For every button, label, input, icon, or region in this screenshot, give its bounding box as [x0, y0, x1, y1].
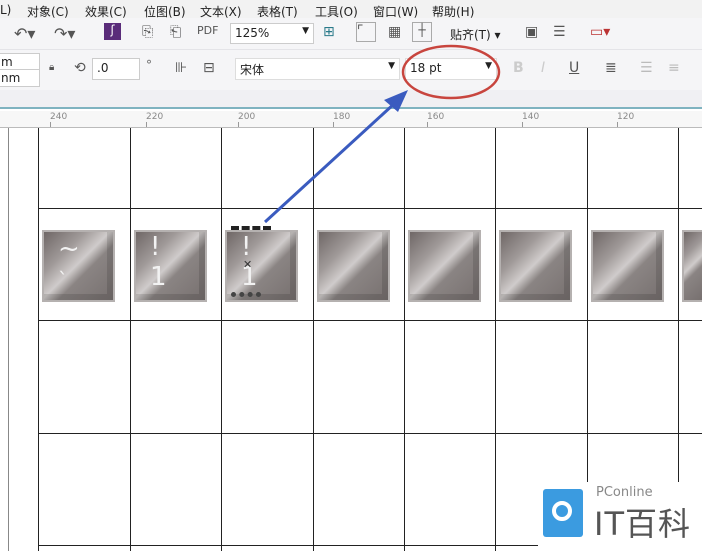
watermark-brand: PConline — [596, 485, 653, 500]
magnifier-logo-icon — [543, 489, 583, 537]
annotation-arrow — [263, 101, 397, 224]
highlight-circle — [401, 44, 501, 100]
watermark-name: IT百科 — [594, 505, 691, 543]
watermark: PConline IT百科 — [540, 482, 702, 551]
annotation-overlay — [263, 44, 501, 224]
